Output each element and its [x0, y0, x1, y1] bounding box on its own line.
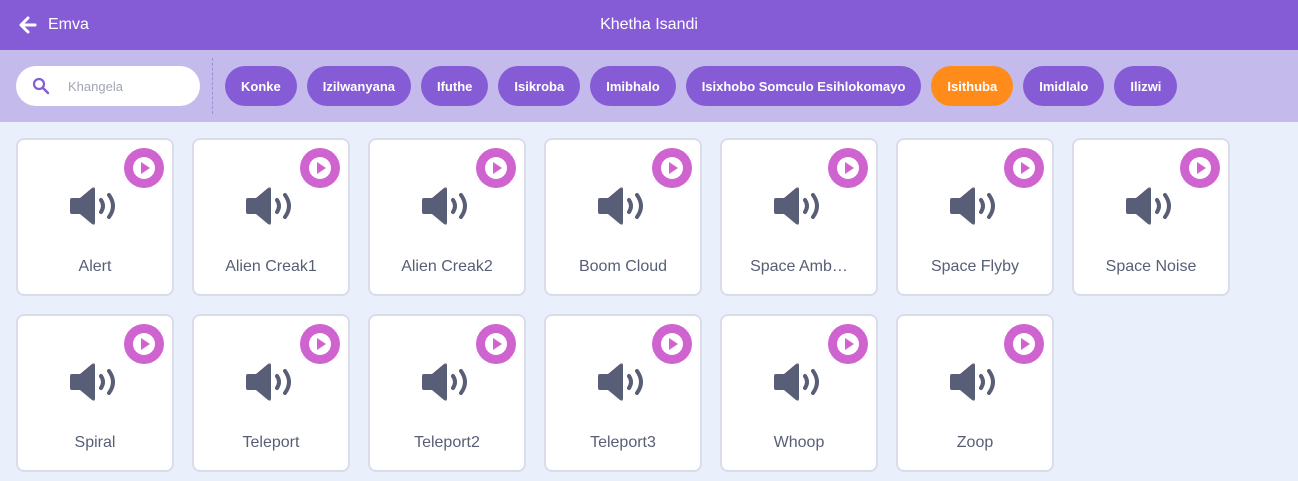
sound-name: Spiral	[74, 434, 116, 451]
sound-card[interactable]: Whoop	[720, 314, 878, 472]
speaker-icon	[1124, 186, 1178, 226]
sound-name: Alert	[78, 258, 112, 275]
play-icon	[661, 333, 683, 355]
sound-name: Space Flyby	[930, 258, 1020, 275]
play-button[interactable]	[652, 324, 692, 364]
left-arrow-icon	[19, 16, 37, 34]
sound-card[interactable]: Alien Creak2	[368, 138, 526, 296]
play-button[interactable]	[300, 324, 340, 364]
speaker-icon	[948, 186, 1002, 226]
sound-card[interactable]: Alien Creak1	[192, 138, 350, 296]
play-icon	[133, 157, 155, 179]
play-icon	[485, 333, 507, 355]
search-input[interactable]	[68, 66, 192, 106]
sound-card[interactable]: Teleport3	[544, 314, 702, 472]
back-button[interactable]: Emva	[18, 0, 89, 50]
tag-button-isikroba[interactable]: Isikroba	[498, 66, 581, 106]
sound-name: Space Noise	[1105, 258, 1197, 275]
sound-name: Teleport	[242, 434, 300, 451]
tag-list: Konke Izilwanyana Ifuthe Isikroba Imibhalo Is…	[225, 66, 1178, 106]
sound-name: Teleport2	[414, 434, 480, 451]
tag-button-konke[interactable]: Konke	[225, 66, 297, 106]
play-icon	[485, 157, 507, 179]
tag-button-imidlalo[interactable]: Imidlalo	[1023, 66, 1105, 106]
play-button[interactable]	[300, 148, 340, 188]
sound-name: Boom Cloud	[578, 258, 668, 275]
sound-card[interactable]: Space Flyby	[896, 138, 1054, 296]
sound-card[interactable]: Spiral	[16, 314, 174, 472]
filter-bar: KonkeIzilwanyanaIfutheIsikrobaImibhaloIs…	[0, 50, 1298, 122]
tag-button-imibhalo[interactable]: Imibhalo	[590, 66, 676, 106]
play-icon	[837, 157, 859, 179]
tag-button-ilizwi[interactable]: Ilizwi	[1114, 66, 1178, 106]
speaker-icon	[772, 186, 826, 226]
speaker-icon	[420, 362, 474, 402]
speaker-icon	[68, 186, 122, 226]
tag-button-isithuba[interactable]: Isithuba	[931, 66, 1014, 106]
header-bar: Emva Khetha Isandi	[0, 0, 1298, 50]
play-icon	[661, 157, 683, 179]
speaker-icon	[420, 186, 474, 226]
play-button[interactable]	[1004, 324, 1044, 364]
speaker-icon	[948, 362, 1002, 402]
sound-card[interactable]: Alert	[16, 138, 174, 296]
sound-name: Zoop	[956, 434, 994, 451]
speaker-icon	[596, 186, 650, 226]
tag-button-isixhobo-somculo-esihlokomayo[interactable]: Isixhobo Somculo Esihlokomayo	[685, 66, 922, 106]
play-button[interactable]	[1004, 148, 1044, 188]
play-button[interactable]	[476, 148, 516, 188]
sound-card[interactable]: Zoop	[896, 314, 1054, 472]
sound-name: Space Amb…	[750, 258, 848, 275]
page-title: Khetha Isandi	[600, 16, 698, 33]
sound-name: Alien Creak2	[401, 258, 493, 275]
speaker-icon	[68, 362, 122, 402]
play-button[interactable]	[124, 148, 164, 188]
tag-button-ifuthe[interactable]: Ifuthe	[420, 66, 489, 106]
play-icon	[1013, 333, 1035, 355]
sound-name: Teleport3	[590, 434, 656, 451]
play-button[interactable]	[828, 324, 868, 364]
speaker-icon	[596, 362, 650, 402]
divider	[212, 58, 213, 114]
play-button[interactable]	[828, 148, 868, 188]
tag-button-izilwanyana[interactable]: Izilwanyana	[306, 66, 411, 106]
speaker-icon	[244, 186, 298, 226]
play-icon	[1189, 157, 1211, 179]
play-icon	[309, 157, 331, 179]
sound-card[interactable]: Space Noise	[1072, 138, 1230, 296]
sound-card[interactable]: Space Amb…	[720, 138, 878, 296]
back-label: Emva	[48, 16, 89, 33]
sound-name: Alien Creak1	[225, 258, 317, 275]
search-icon	[32, 77, 50, 95]
sound-card[interactable]: Boom Cloud	[544, 138, 702, 296]
speaker-icon	[244, 362, 298, 402]
play-icon	[1013, 157, 1035, 179]
sound-card[interactable]: Teleport2	[368, 314, 526, 472]
play-button[interactable]	[1180, 148, 1220, 188]
sound-name: Whoop	[773, 434, 825, 451]
play-icon	[837, 333, 859, 355]
speaker-icon	[772, 362, 826, 402]
sound-card[interactable]: Teleport	[192, 314, 350, 472]
play-button[interactable]	[652, 148, 692, 188]
search-box	[16, 66, 200, 106]
play-button[interactable]	[124, 324, 164, 364]
sound-grid: Alert Alien Creak1 Alien Creak2 Boom Cloud S…	[16, 138, 1298, 472]
play-icon	[133, 333, 155, 355]
play-icon	[309, 333, 331, 355]
play-button[interactable]	[476, 324, 516, 364]
